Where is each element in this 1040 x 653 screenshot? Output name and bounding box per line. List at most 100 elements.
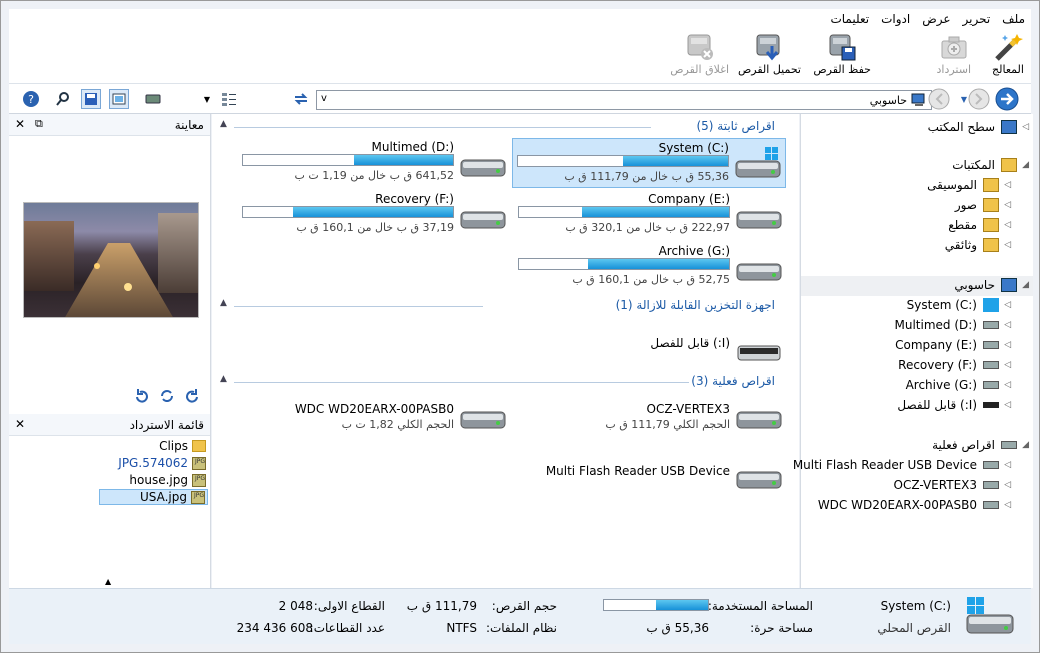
drive-icon — [983, 481, 999, 489]
preview-image — [23, 202, 199, 318]
load-disk-button[interactable]: تحميل القرص — [738, 31, 801, 76]
preview-pane: معاينة ✕ ⧉ قائمة الاسترداد ✕ Clips JPG 57… — [9, 114, 211, 588]
drive-icon — [983, 361, 999, 369]
menu-view[interactable]: عرض — [922, 12, 950, 26]
drive-archive[interactable]: Archive (G:) 52,75 ق ب خال من 160,1 ق ب — [512, 242, 786, 292]
collapse-icon[interactable]: ▲ — [220, 298, 227, 308]
collapse-icon[interactable]: ▲ — [220, 374, 227, 384]
camera-restore-icon — [937, 31, 971, 63]
filter-icon[interactable] — [219, 89, 239, 109]
back-icon[interactable] — [927, 87, 951, 111]
collapse-icon[interactable]: ▲ — [105, 577, 111, 586]
restore-item[interactable]: JPG 574062.JPG — [118, 455, 206, 471]
group-fixed[interactable]: اقراص ثابتة (5) ▲ — [212, 119, 799, 135]
tree-drive[interactable]: ◁ Recovery (F:) — [801, 356, 1033, 376]
drive-icon — [983, 381, 999, 389]
restore-item[interactable]: Clips — [159, 438, 206, 454]
tree-drive[interactable]: ◁ (I:) قابل للفصل — [801, 396, 1033, 416]
restore-item-selected[interactable]: JPG USA.jpg — [99, 489, 208, 505]
close-icon[interactable]: ✕ — [15, 417, 25, 431]
flip-icon[interactable] — [159, 388, 175, 407]
jpg-icon: JPG — [192, 473, 206, 487]
tree-libraries[interactable]: ◢ المكتبات — [801, 156, 1033, 176]
rotate-right-icon[interactable] — [185, 388, 201, 407]
address-dropdown-icon[interactable]: v — [321, 93, 327, 104]
hard-drive-icon — [460, 411, 506, 429]
drives-view: اقراص ثابتة (5) ▲ System (C:) 55,36 ق ب … — [212, 114, 799, 588]
tree-disk[interactable]: ◁ OCZ-VERTEX3 — [801, 476, 1033, 496]
removable-drive-icon — [983, 402, 999, 408]
drive-icon — [1001, 441, 1017, 449]
drive-removable[interactable]: (I:) قابل للفصل — [512, 326, 786, 366]
tree-disk[interactable]: ◁ WDC WD20EARX-00PASB0 — [801, 496, 1033, 516]
tree-physical[interactable]: ◢ اقراص فعلية — [801, 436, 1033, 456]
menu-help[interactable]: تعليمات — [830, 12, 869, 26]
menu-edit[interactable]: تحرير — [963, 12, 991, 26]
restore-item[interactable]: JPG house.jpg — [129, 472, 206, 488]
save-view-icon[interactable] — [81, 89, 101, 109]
tree-drive[interactable]: ◁ Multimed (D:) — [801, 316, 1033, 336]
tree-drive[interactable]: ◁ Company (E:) — [801, 336, 1033, 356]
folder-icon — [192, 440, 206, 452]
removable-drive-icon — [737, 345, 781, 361]
drive-company[interactable]: Company (E:) 222,97 ق ب خال من 320,1 ق ب — [512, 190, 786, 240]
group-removable[interactable]: اجهزة التخزين القابلة للازالة (1) ▲ — [212, 298, 799, 314]
help-icon[interactable]: ? — [21, 89, 41, 109]
refresh-icon[interactable] — [291, 89, 311, 109]
view-dropdown-icon[interactable]: ▼ — [197, 89, 217, 109]
computer-icon — [911, 93, 927, 110]
drive-recovery[interactable]: Recovery (F:) 37,19 ق ب خال من 160,1 ق ب — [236, 190, 510, 240]
disk-ocz[interactable]: OCZ-VERTEX3 الحجم الكلي 111,79 ق ب — [512, 398, 786, 440]
usage-bar — [518, 258, 730, 270]
load-disk-icon — [752, 31, 786, 63]
save-disk-button[interactable]: حفظ القرص — [813, 31, 871, 76]
svg-text:?: ? — [28, 93, 34, 106]
tree-drive[interactable]: ◁ Archive (G:) — [801, 376, 1033, 396]
undock-icon[interactable]: ⧉ — [35, 117, 43, 131]
tree-pictures[interactable]: ◁ صور — [801, 196, 1033, 216]
restore-list-header: قائمة الاسترداد ✕ — [9, 414, 210, 436]
group-physical[interactable]: اقراص فعلية (3) ▲ — [212, 374, 799, 390]
drive-view-icon[interactable] — [143, 89, 163, 109]
usage-bar — [517, 155, 729, 167]
menu-file[interactable]: ملف — [1002, 12, 1025, 26]
preview-toggle-icon[interactable] — [109, 89, 129, 109]
tree-documents[interactable]: ◁ وثائقي — [801, 236, 1033, 256]
disk-flash-reader[interactable]: Multi Flash Reader USB Device — [512, 458, 786, 500]
hard-drive-icon — [460, 159, 506, 177]
menu-tools[interactable]: ادوات — [881, 12, 910, 26]
hard-drive-icon — [460, 211, 506, 229]
video-icon — [983, 218, 999, 232]
computer-icon — [1001, 278, 1017, 292]
forward-icon[interactable] — [994, 86, 1020, 112]
tree-drive[interactable]: ◁ System (C:) — [801, 296, 1033, 316]
tree-video[interactable]: ◁ مقطع — [801, 216, 1033, 236]
usage-bar — [242, 206, 454, 218]
hard-drive-icon — [736, 411, 782, 429]
close-disk-button[interactable]: اغلاق القرص — [670, 31, 729, 76]
up-icon[interactable] — [967, 87, 991, 111]
save-disk-icon — [825, 31, 859, 63]
rotate-left-icon[interactable] — [133, 388, 149, 407]
hard-drive-icon — [736, 471, 782, 489]
status-usage-bar — [603, 599, 709, 611]
tree-disk[interactable]: ◁ Multi Flash Reader USB Device — [793, 456, 1033, 476]
disk-wdc[interactable]: WDC WD20EARX-00PASB0 الحجم الكلي 1,82 ت … — [236, 398, 510, 440]
jpg-icon: JPG — [192, 456, 206, 470]
collapse-icon[interactable]: ▲ — [220, 119, 227, 129]
close-icon[interactable]: ✕ — [15, 117, 25, 131]
wizard-button[interactable]: المعالج — [991, 31, 1025, 76]
restore-button[interactable]: استرداد — [936, 31, 971, 76]
address-text: حاسوبي — [869, 94, 907, 107]
app-window: ملف تحرير عرض ادوات تعليمات المعالج استر… — [0, 0, 1040, 653]
preview-header: معاينة ✕ ⧉ — [9, 114, 210, 136]
search-icon[interactable] — [53, 89, 73, 109]
drive-system[interactable]: System (C:) 55,36 ق ب خال من 111,79 ق ب — [512, 138, 786, 188]
address-field[interactable]: v حاسوبي — [316, 90, 932, 110]
tree-desktop[interactable]: ◁ سطح المكتب — [801, 118, 1033, 138]
tree-music[interactable]: ◁ الموسيقى — [801, 176, 1033, 196]
toolbar: المعالج استرداد حفظ القرص تحميل القرص اغ… — [9, 29, 1031, 84]
library-icon — [1001, 158, 1017, 172]
tree-computer[interactable]: ◢ حاسوبي — [801, 276, 1033, 296]
drive-multimed[interactable]: Multimed (D:) 641,52 ق ب خال من 1,19 ت ب — [236, 138, 510, 188]
